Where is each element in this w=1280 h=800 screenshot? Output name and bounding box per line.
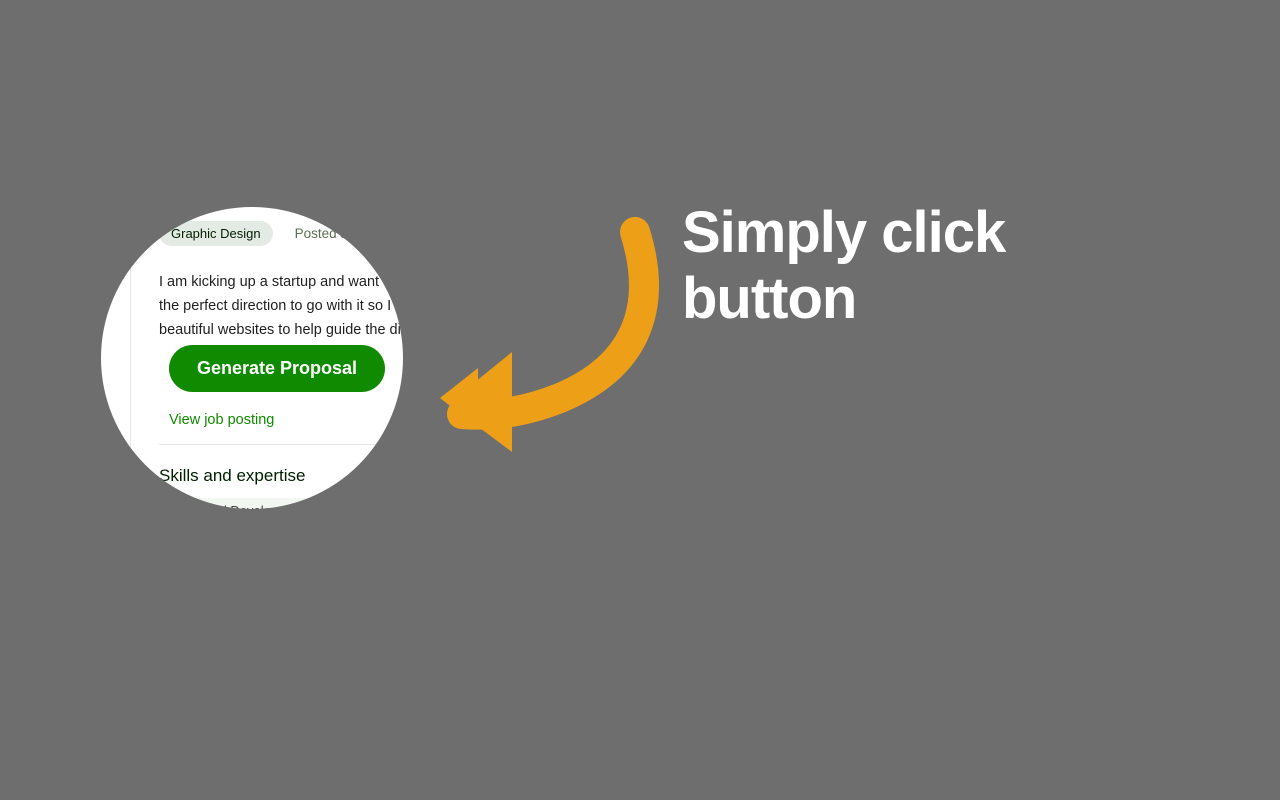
hourly-rate-input[interactable] — [633, 786, 873, 800]
skill-pill[interactable]: Branding — [571, 498, 650, 523]
skill-pill[interactable]: Adobe Illustrator — [319, 531, 440, 556]
connects-remaining: When you submit this proposal, you'll ha… — [159, 28, 603, 44]
job-fact-primary: Less than 30 hrs/week — [924, 169, 1068, 184]
generate-proposal-button[interactable]: Generate Proposal — [169, 345, 386, 392]
terms-title: Terms — [159, 642, 217, 665]
skills-section-title: Skills and expertise — [159, 466, 306, 485]
job-fact-primary: Intermediate, — [924, 98, 1009, 113]
profile-rate-label: Your profile rate: — [159, 756, 266, 772]
skill-pill[interactable]: WordPress — [392, 498, 483, 523]
skill-pill[interactable]: Website — [659, 498, 733, 523]
view-job-posting-link[interactable]: View job posting — [169, 412, 274, 428]
profile-rate: Your profile rate: $50.00/hr — [159, 756, 324, 772]
terms-card: Terms What is the rate you'd like to bid… — [130, 615, 1115, 800]
connects-requirement: This proposal requires 6 Connects — [159, 0, 385, 16]
proposal-page: This proposal requires 6 Connects ? When… — [0, 0, 1280, 800]
experience-level-icon — [895, 97, 912, 135]
skills-list: Front-End Development CSS WordPress HTML… — [156, 498, 1091, 556]
connects-remaining-prefix: When you submit this proposal, you'll ha… — [159, 28, 438, 44]
job-details-card: Job details Startup Website Project Grap… — [130, 93, 1115, 585]
skill-pill[interactable]: WordPress Customization — [769, 531, 946, 556]
profile-rate-value: $50.00/hr — [265, 756, 325, 772]
connects-remaining-value: 156 Connects — [437, 28, 532, 44]
skill-pill[interactable]: HTML5 — [492, 498, 562, 523]
job-details-title: Job details — [159, 120, 260, 143]
callout-instruction-text: Simply click button — [682, 200, 1006, 331]
job-fact-secondary: Experience Level — [924, 117, 1028, 132]
terms-question: What is the rate you'd like to bid for t… — [159, 710, 493, 729]
connects-requirement-value: 6 Connects — [306, 0, 385, 16]
connects-requirement-prefix: This proposal requires — [159, 0, 307, 16]
skill-pill[interactable]: Website Customization — [449, 531, 609, 556]
hourly-rate-label: Hourly Rate — [159, 794, 233, 800]
job-fact-experience-level: Intermediate, Experience Level — [895, 97, 1028, 135]
job-fact-text: Intermediate, Experience Level — [924, 97, 1028, 135]
skill-pill[interactable]: Front-End Development — [156, 498, 321, 523]
skill-pill[interactable]: Web Development — [955, 531, 1088, 556]
skill-pill[interactable]: PHP — [957, 498, 1011, 523]
skill-pill[interactable]: Website Redesign — [816, 498, 948, 523]
job-posting-title: Startup Website Project — [159, 191, 348, 211]
job-meta-row: Graphic Design Posted Jan 20, 2023 — [159, 221, 418, 246]
connects-remaining-suffix: remaining. — [531, 28, 604, 44]
page-content: This proposal requires 6 Connects ? When… — [0, 0, 1280, 800]
section-divider — [159, 444, 1088, 445]
skill-pill[interactable]: CSS — [330, 498, 383, 523]
skill-pill[interactable]: WordPress Website — [618, 531, 759, 556]
skill-pill[interactable]: jQuery — [742, 498, 807, 523]
job-posted-date: Posted Jan 20, 2023 — [294, 226, 419, 241]
skill-pill[interactable]: Adobe Creative Cloud — [156, 531, 310, 556]
job-category-pill[interactable]: Graphic Design — [159, 221, 273, 246]
connects-card: This proposal requires 6 Connects ? When… — [130, 0, 1115, 70]
question-mark-icon[interactable]: ? — [519, 0, 533, 14]
